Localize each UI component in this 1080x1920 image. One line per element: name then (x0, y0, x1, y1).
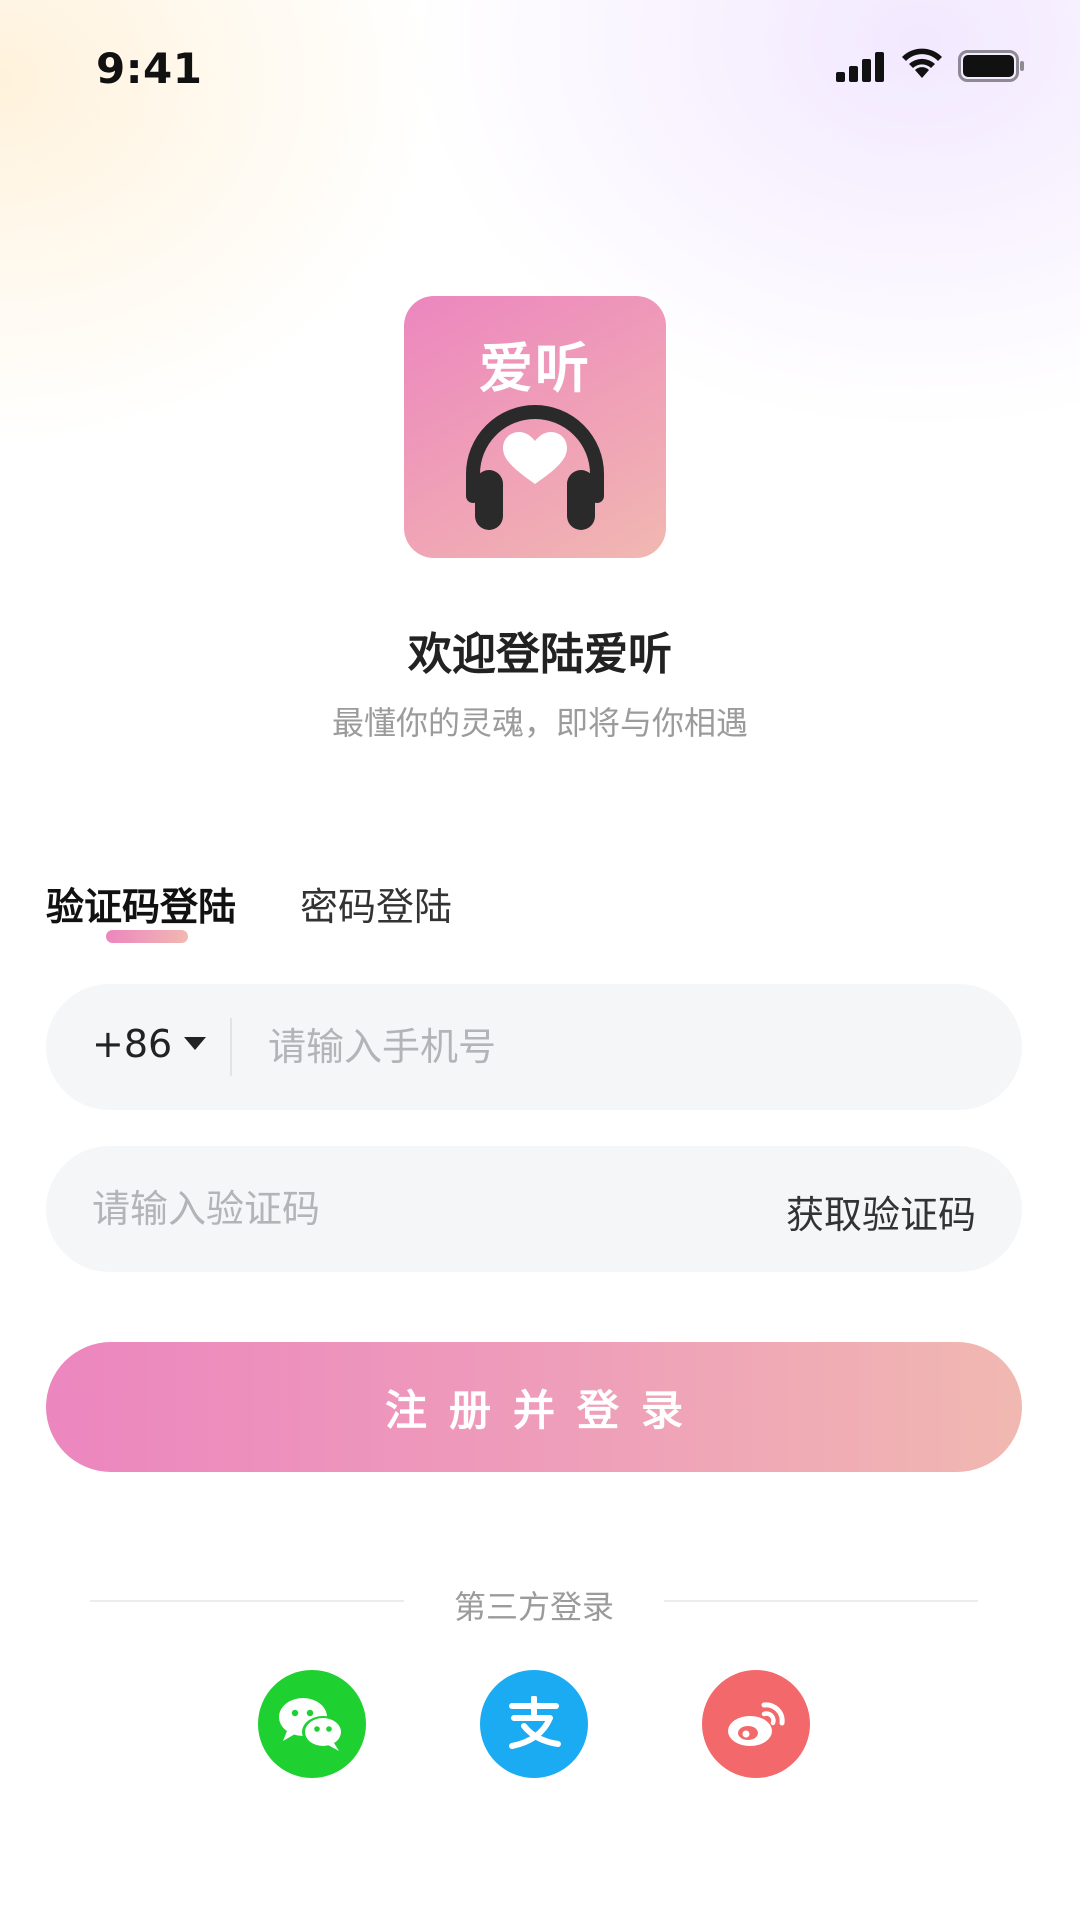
wechat-icon (279, 1698, 344, 1751)
divider-right (664, 1600, 978, 1602)
headphone-heart-icon (466, 405, 604, 530)
cellular-signal-icon (836, 52, 884, 82)
country-code-value: +86 (92, 1022, 173, 1066)
verification-code-input[interactable] (92, 1146, 692, 1272)
wifi-icon (902, 48, 942, 78)
alipay-icon (509, 1696, 561, 1749)
tab-sms-login[interactable]: 验证码登陆 (46, 876, 236, 931)
register-login-button[interactable]: 注册并登录 (46, 1342, 1022, 1472)
caret-down-icon (184, 1037, 207, 1050)
wechat-login-button[interactable] (258, 1670, 366, 1778)
status-bar: 9:41 (0, 0, 1080, 140)
field-divider (230, 1018, 232, 1076)
battery-icon (958, 50, 1024, 82)
third-party-login-label: 第三方登录 (453, 1588, 614, 1626)
phone-field: +86 (46, 984, 1022, 1110)
alipay-login-button[interactable] (480, 1670, 588, 1778)
weibo-login-button[interactable] (702, 1670, 810, 1778)
country-code-select[interactable]: +86 (92, 1022, 207, 1066)
login-screen: 9:41 爱听 欢迎登陆爱听 最懂你的灵魂，即将与你相遇 验证码登陆 密码登陆 … (0, 0, 1080, 1920)
phone-input[interactable] (268, 984, 968, 1110)
active-tab-indicator (106, 930, 188, 943)
verification-code-field: 获取验证码 (46, 1146, 1022, 1272)
logo-text: 爱听 (479, 337, 591, 400)
status-time: 9:41 (96, 44, 203, 93)
tab-password-login[interactable]: 密码登陆 (300, 876, 452, 931)
weibo-icon (728, 1702, 785, 1746)
divider-left (90, 1600, 404, 1602)
get-code-button[interactable]: 获取验证码 (786, 1184, 976, 1239)
app-logo: 爱听 (404, 296, 666, 558)
welcome-title: 欢迎登陆爱听 (408, 629, 672, 680)
welcome-subtitle: 最懂你的灵魂，即将与你相遇 (331, 704, 748, 742)
